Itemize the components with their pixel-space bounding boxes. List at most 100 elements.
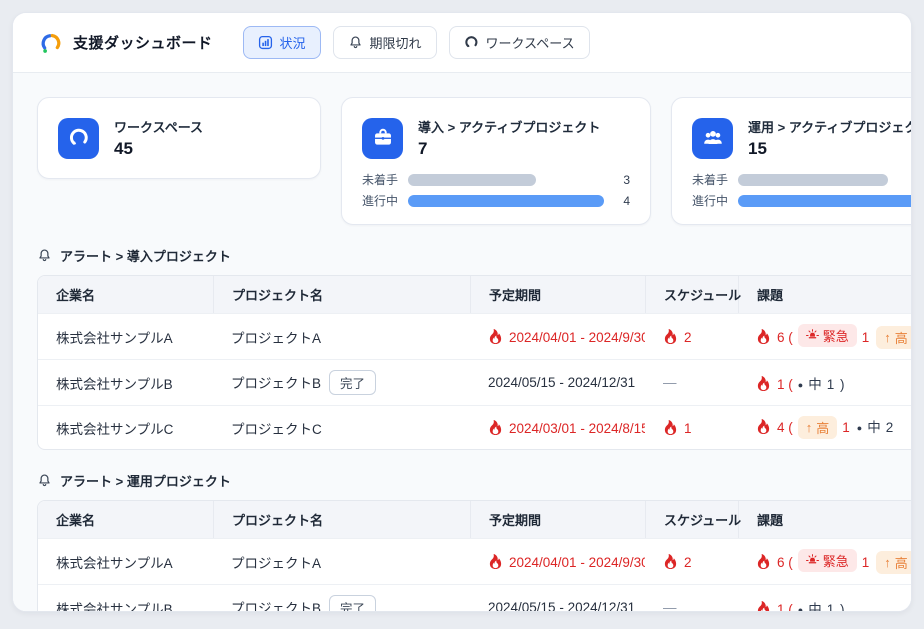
flame-icon xyxy=(756,602,777,613)
flame-icon xyxy=(756,377,777,392)
schedule-text: 2 xyxy=(684,555,692,570)
stat-label: 導入 > アクティブプロジェクト xyxy=(418,117,600,136)
severity-mid: ●中 xyxy=(798,377,822,392)
column-header: 課題 xyxy=(738,501,912,538)
stat-texts: 運用 > アクティブプロジェクト15 xyxy=(748,117,912,159)
stat-label: ワークスペース xyxy=(114,117,203,136)
period-text: 2024/05/15 - 2024/12/31 xyxy=(488,375,635,390)
bar-row: 未着手3 xyxy=(362,172,630,187)
arrow-up-icon: ↑ xyxy=(884,555,891,570)
issues-cell: 6 ( 緊急1↑高 xyxy=(738,313,912,359)
column-header: 課題 xyxy=(738,276,912,313)
severity-count: 1 xyxy=(842,420,850,435)
dot-icon: ● xyxy=(857,423,862,433)
project-cell: プロジェクトA xyxy=(213,538,470,584)
company-cell: 株式会社サンプルA xyxy=(38,313,213,359)
stat-card-2[interactable]: 運用 > アクティブプロジェクト15未着手進行中 xyxy=(671,97,912,225)
flame-icon xyxy=(756,420,777,435)
bar-label: 未着手 xyxy=(362,171,408,188)
period-cell: 2024/04/01 - 2024/9/30 xyxy=(470,538,645,584)
issues-count: 6 ( xyxy=(777,330,793,345)
severity-count: 2 xyxy=(886,420,894,435)
stat-card-header: ワークスペース 45 xyxy=(58,117,203,159)
stat-value: 45 xyxy=(114,139,203,159)
flame-icon xyxy=(756,555,777,570)
table-row[interactable]: 株式会社サンプルBプロジェクトB完了2024/05/15 - 2024/12/3… xyxy=(38,584,912,612)
siren-icon xyxy=(806,554,819,567)
period-text: 2024/04/01 - 2024/9/30 xyxy=(509,555,645,570)
tab-workspace[interactable]: ワークスペース xyxy=(449,26,590,59)
issues-cell: 1 ( ●中 1 ) xyxy=(738,584,912,612)
arrow-up-icon: ↑ xyxy=(806,420,813,435)
schedule-cell: — xyxy=(645,584,738,612)
section-title-text: アラート > 導入プロジェクト xyxy=(60,246,231,265)
issues-count: 1 ( xyxy=(777,377,793,392)
project-name: プロジェクトB xyxy=(231,601,321,612)
issues-count: 1 ( xyxy=(777,602,793,613)
page-title: 支援ダッシュボード xyxy=(73,32,213,53)
column-header: 企業名 xyxy=(38,276,213,313)
severity-mid: ●中 xyxy=(857,420,881,435)
issues-count: 6 ( xyxy=(777,555,793,570)
period-cell: 2024/04/01 - 2024/9/30 xyxy=(470,313,645,359)
column-header: 企業名 xyxy=(38,501,213,538)
column-header: スケジュール xyxy=(645,501,738,538)
bar-label: 未着手 xyxy=(692,171,738,188)
project-name: プロジェクトC xyxy=(231,422,322,437)
status-badge: 完了 xyxy=(329,595,376,612)
company-cell: 株式会社サンプルC xyxy=(38,405,213,449)
column-header: プロジェクト名 xyxy=(213,276,470,313)
stat-card-1[interactable]: 導入 > アクティブプロジェクト7 未着手3進行中4 xyxy=(341,97,651,225)
severity-badge-urgent: 緊急 xyxy=(798,549,857,572)
flame-icon xyxy=(663,421,684,436)
bell-icon xyxy=(348,35,363,50)
stat-card-0[interactable]: ワークスペース 45 xyxy=(37,97,321,179)
stat-card-header: 運用 > アクティブプロジェクト15 xyxy=(692,117,912,159)
severity-badge-high: ↑高 xyxy=(798,416,838,439)
table-header-row: 企業名プロジェクト名予定期間スケジュール課題 xyxy=(38,501,912,538)
schedule-text: 1 xyxy=(684,421,692,436)
arrow-up-icon: ↑ xyxy=(884,330,891,345)
flame-icon xyxy=(663,555,684,570)
stat-bars: 未着手3進行中4 xyxy=(362,172,630,208)
schedule-cell: 2 xyxy=(645,538,738,584)
severity-mid: ●中 xyxy=(798,602,822,613)
sync-icon xyxy=(58,118,99,159)
siren-icon xyxy=(806,329,819,342)
briefcase-icon xyxy=(362,118,403,159)
period-cell: 2024/05/15 - 2024/12/31 xyxy=(470,359,645,405)
bar-pill xyxy=(408,174,536,186)
tab-status[interactable]: 状況 xyxy=(243,26,321,59)
table-row[interactable]: 株式会社サンプルBプロジェクトB完了2024/05/15 - 2024/12/3… xyxy=(38,359,912,405)
severity-count: 1 xyxy=(862,555,870,570)
sync-icon xyxy=(464,35,479,50)
severity-count: 1 xyxy=(827,602,835,613)
view-switcher: 状況 期限切れ ワークスペース xyxy=(243,26,590,59)
stat-value: 15 xyxy=(748,139,912,159)
stat-texts: 導入 > アクティブプロジェクト7 xyxy=(418,117,600,159)
tab-label: 状況 xyxy=(280,33,306,52)
section-title-1: アラート > 運用プロジェクト xyxy=(37,471,911,490)
issues-close-paren: ) xyxy=(836,377,844,392)
flame-icon xyxy=(663,330,684,345)
bar-pill xyxy=(408,195,604,207)
project-name: プロジェクトA xyxy=(231,331,321,346)
tab-overdue[interactable]: 期限切れ xyxy=(333,26,437,59)
status-badge: 完了 xyxy=(329,370,376,395)
app-logo-icon xyxy=(39,31,63,55)
bar-pill xyxy=(738,195,912,207)
table-row[interactable]: 株式会社サンプルCプロジェクトC 2024/03/01 - 2024/8/15 … xyxy=(38,405,912,449)
severity-badge-high: ↑高 xyxy=(876,326,912,349)
stat-texts: ワークスペース 45 xyxy=(114,117,203,159)
severity-badge-high: ↑高 xyxy=(876,551,912,574)
section-title-text: アラート > 運用プロジェクト xyxy=(60,471,231,490)
project-name: プロジェクトB xyxy=(231,376,321,391)
company-cell: 株式会社サンプルA xyxy=(38,538,213,584)
flame-icon xyxy=(488,330,509,345)
table-header-row: 企業名プロジェクト名予定期間スケジュール課題 xyxy=(38,276,912,313)
users-icon xyxy=(692,118,733,159)
table-row[interactable]: 株式会社サンプルAプロジェクトA 2024/04/01 - 2024/9/30 … xyxy=(38,538,912,584)
table-row[interactable]: 株式会社サンプルAプロジェクトA 2024/04/01 - 2024/9/30 … xyxy=(38,313,912,359)
issues-close-paren: ) xyxy=(836,602,844,613)
section-title-0: アラート > 導入プロジェクト xyxy=(37,246,911,265)
